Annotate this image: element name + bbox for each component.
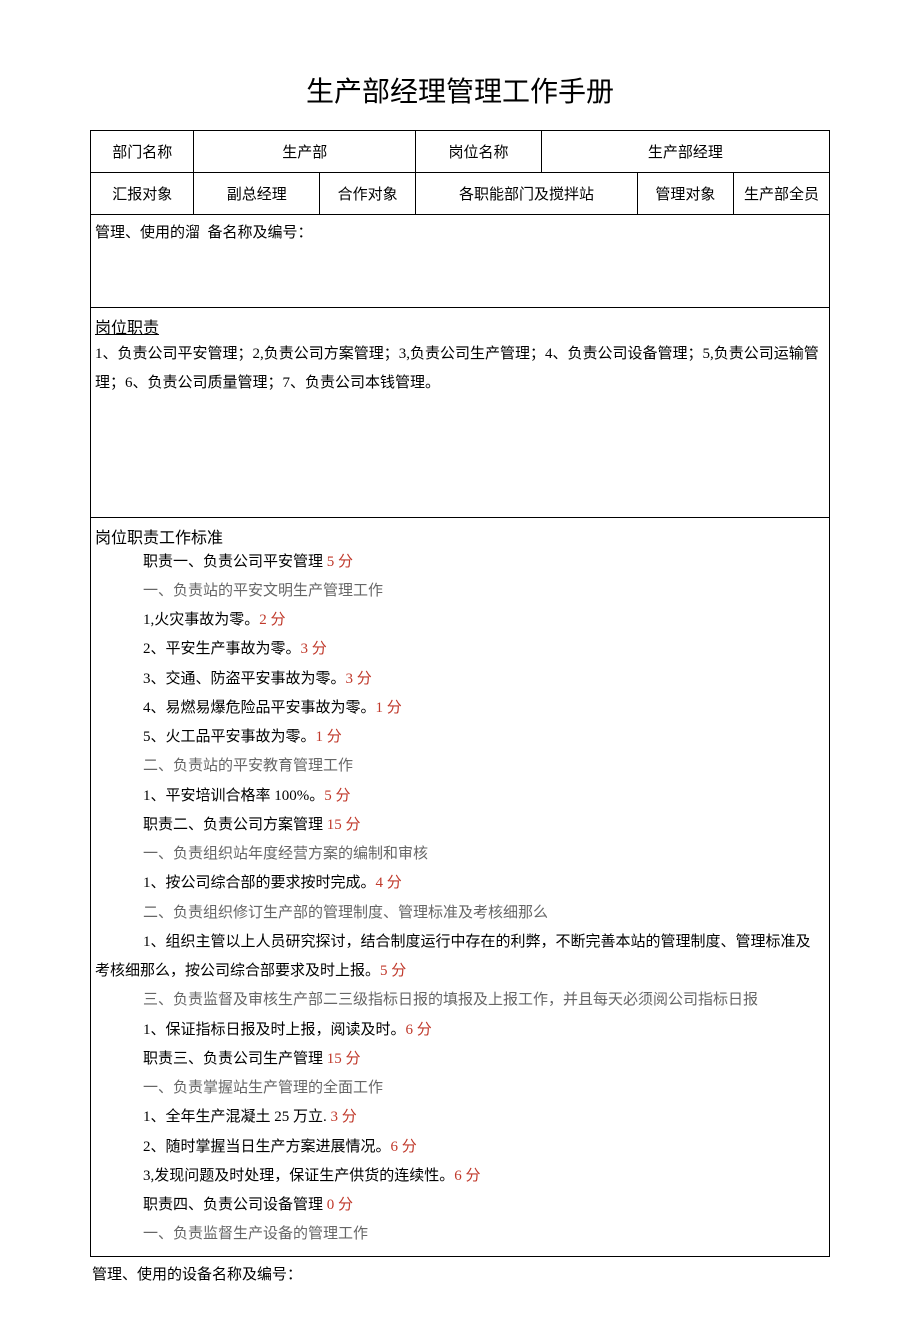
z3-i1-pts: 3 分 bbox=[331, 1109, 357, 1125]
z1-sub1: 一、负责站的平安文明生产管理工作 bbox=[95, 577, 825, 606]
z1-points: 5 分 bbox=[327, 554, 353, 570]
dept-label: 部门名称 bbox=[91, 131, 194, 173]
z3-head: 职责三、负责公司生产管理 bbox=[143, 1051, 327, 1067]
z1-i6: 1、平安培训合格率 100%。 bbox=[143, 788, 324, 804]
table-row: 岗位职责 1、负责公司平安管理；2,负责公司方案管理；3,负责公司生产管理；4、… bbox=[91, 308, 830, 518]
z2-head: 职责二、负责公司方案管理 bbox=[143, 817, 327, 833]
equip-suffix: 备名称及编号： bbox=[208, 225, 313, 241]
z1-head: 职责一、负责公司平安管理 bbox=[143, 554, 327, 570]
standards-cell: 岗位职责工作标准 职责一、负责公司平安管理 5 分 一、负责站的平安文明生产管理… bbox=[91, 517, 830, 1256]
z3-i2: 2、随时掌握当日生产方案进展情况。 bbox=[143, 1139, 391, 1155]
equip-cell: 管理、使用的溜 备名称及编号： bbox=[91, 215, 830, 308]
z3-sub1: 一、负责掌握站生产管理的全面工作 bbox=[95, 1074, 825, 1103]
z2-sub3: 三、负责监督及审核生产部二三级指标日报的填报及上报工作，并且每天必须阅公司指标日… bbox=[95, 986, 825, 1015]
z2-sub2: 二、负责组织修订生产部的管理制度、管理标准及考核细那么 bbox=[95, 899, 825, 928]
z2-i1: 1、按公司综合部的要求按时完成。 bbox=[143, 875, 376, 891]
z2-i3: 1、保证指标日报及时上报，阅读及时。 bbox=[143, 1022, 406, 1038]
table-row: 部门名称 生产部 岗位名称 生产部经理 bbox=[91, 131, 830, 173]
z1-i2: 2、平安生产事故为零。 bbox=[143, 641, 301, 657]
z1-i5: 5、火工品平安事故为零。 bbox=[143, 729, 316, 745]
z2-points: 15 分 bbox=[327, 817, 361, 833]
z1-sub2: 二、负责站的平安教育管理工作 bbox=[95, 752, 825, 781]
manage-label: 管理对象 bbox=[637, 173, 733, 215]
z1-i3: 3、交通、防盗平安事故为零。 bbox=[143, 671, 346, 687]
z2-i1-pts: 4 分 bbox=[376, 875, 402, 891]
z2-i2-pts: 5 分 bbox=[380, 963, 406, 979]
z4-head: 职责四、负责公司设备管理 bbox=[143, 1197, 327, 1213]
duties-cell: 岗位职责 1、负责公司平安管理；2,负责公司方案管理；3,负责公司生产管理；4、… bbox=[91, 308, 830, 518]
standards-title: 岗位职责工作标准 bbox=[95, 524, 825, 548]
z1-i3-pts: 3 分 bbox=[346, 671, 372, 687]
table-row: 汇报对象 副总经理 合作对象 各职能部门及搅拌站 管理对象 生产部全员 bbox=[91, 173, 830, 215]
z3-points: 15 分 bbox=[327, 1051, 361, 1067]
z1-i4-pts: 1 分 bbox=[376, 700, 402, 716]
z4-sub1: 一、负责监督生产设备的管理工作 bbox=[95, 1220, 825, 1249]
z3-i1: 1、全年生产混凝土 25 万立. bbox=[143, 1109, 331, 1125]
coop-value: 各职能部门及搅拌站 bbox=[416, 173, 638, 215]
report-value: 副总经理 bbox=[194, 173, 320, 215]
duties-title: 岗位职责 bbox=[95, 314, 825, 338]
z1-i4: 4、易燃易爆危险品平安事故为零。 bbox=[143, 700, 376, 716]
footer-note: 管理、使用的设备名称及编号： bbox=[90, 1257, 830, 1284]
page-title: 生产部经理管理工作手册 bbox=[90, 70, 830, 110]
report-label: 汇报对象 bbox=[91, 173, 194, 215]
z3-i3-pts: 6 分 bbox=[454, 1168, 480, 1184]
z1-i1-pts: 2 分 bbox=[259, 612, 285, 628]
table-row: 管理、使用的溜 备名称及编号： bbox=[91, 215, 830, 308]
main-table: 部门名称 生产部 岗位名称 生产部经理 汇报对象 副总经理 合作对象 各职能部门… bbox=[90, 130, 830, 1257]
z4-points: 0 分 bbox=[327, 1197, 353, 1213]
z1-i2-pts: 3 分 bbox=[301, 641, 327, 657]
z1-i5-pts: 1 分 bbox=[316, 729, 342, 745]
equip-label: 管理、使用的溜 bbox=[95, 225, 200, 241]
z2-sub1: 一、负责组织站年度经营方案的编制和审核 bbox=[95, 840, 825, 869]
z3-i3: 3,发现问题及时处理，保证生产供货的连续性。 bbox=[143, 1168, 454, 1184]
dept-value: 生产部 bbox=[194, 131, 416, 173]
duties-text: 1、负责公司平安管理；2,负责公司方案管理；3,负责公司生产管理；4、负责公司设… bbox=[95, 338, 825, 401]
coop-label: 合作对象 bbox=[320, 173, 416, 215]
z1-i1: 1,火灾事故为零。 bbox=[143, 612, 259, 628]
z3-i2-pts: 6 分 bbox=[391, 1139, 417, 1155]
z1-i6-pts: 5 分 bbox=[324, 788, 350, 804]
table-row: 岗位职责工作标准 职责一、负责公司平安管理 5 分 一、负责站的平安文明生产管理… bbox=[91, 517, 830, 1256]
post-label: 岗位名称 bbox=[416, 131, 542, 173]
manage-value: 生产部全员 bbox=[733, 173, 829, 215]
z2-i2: 1、组织主管以上人员研究探讨，结合制度运行中存在的利弊，不断完善本站的管理制度、… bbox=[95, 934, 811, 979]
z2-i3-pts: 6 分 bbox=[406, 1022, 432, 1038]
post-value: 生产部经理 bbox=[541, 131, 829, 173]
